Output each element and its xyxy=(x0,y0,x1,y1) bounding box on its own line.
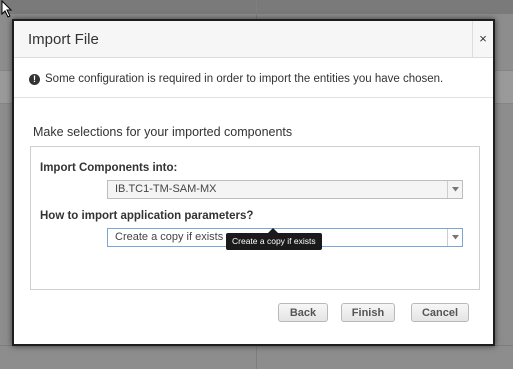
import-components-value: IB.TC1-TM-SAM-MX xyxy=(115,183,217,195)
dialog-title: Import File xyxy=(28,31,99,48)
app-params-label: How to import application parameters? xyxy=(40,210,254,222)
finish-button[interactable]: Finish xyxy=(341,303,395,322)
import-components-label: Import Components into: xyxy=(40,162,178,174)
section-title: Make selections for your imported compon… xyxy=(33,125,293,139)
divider xyxy=(14,97,493,98)
import-file-dialog: Import File × ! Some configuration is re… xyxy=(12,19,495,346)
dialog-header: Import File × xyxy=(14,21,493,58)
app-params-value: Create a copy if exists xyxy=(115,231,224,243)
selections-panel: Import Components into: IB.TC1-TM-SAM-MX… xyxy=(30,146,480,290)
back-button[interactable]: Back xyxy=(278,303,328,322)
exclamation-icon: ! xyxy=(29,73,40,85)
import-components-select[interactable]: IB.TC1-TM-SAM-MX xyxy=(107,180,463,199)
info-text: Some configuration is required in order … xyxy=(45,73,444,85)
info-message: ! Some configuration is required in orde… xyxy=(29,71,443,87)
mouse-cursor-icon xyxy=(1,0,13,18)
chevron-down-icon xyxy=(447,229,462,246)
close-button[interactable]: × xyxy=(472,21,493,57)
cancel-button[interactable]: Cancel xyxy=(411,303,469,322)
chevron-down-icon xyxy=(447,181,462,198)
tooltip: Create a copy if exists xyxy=(226,228,322,250)
